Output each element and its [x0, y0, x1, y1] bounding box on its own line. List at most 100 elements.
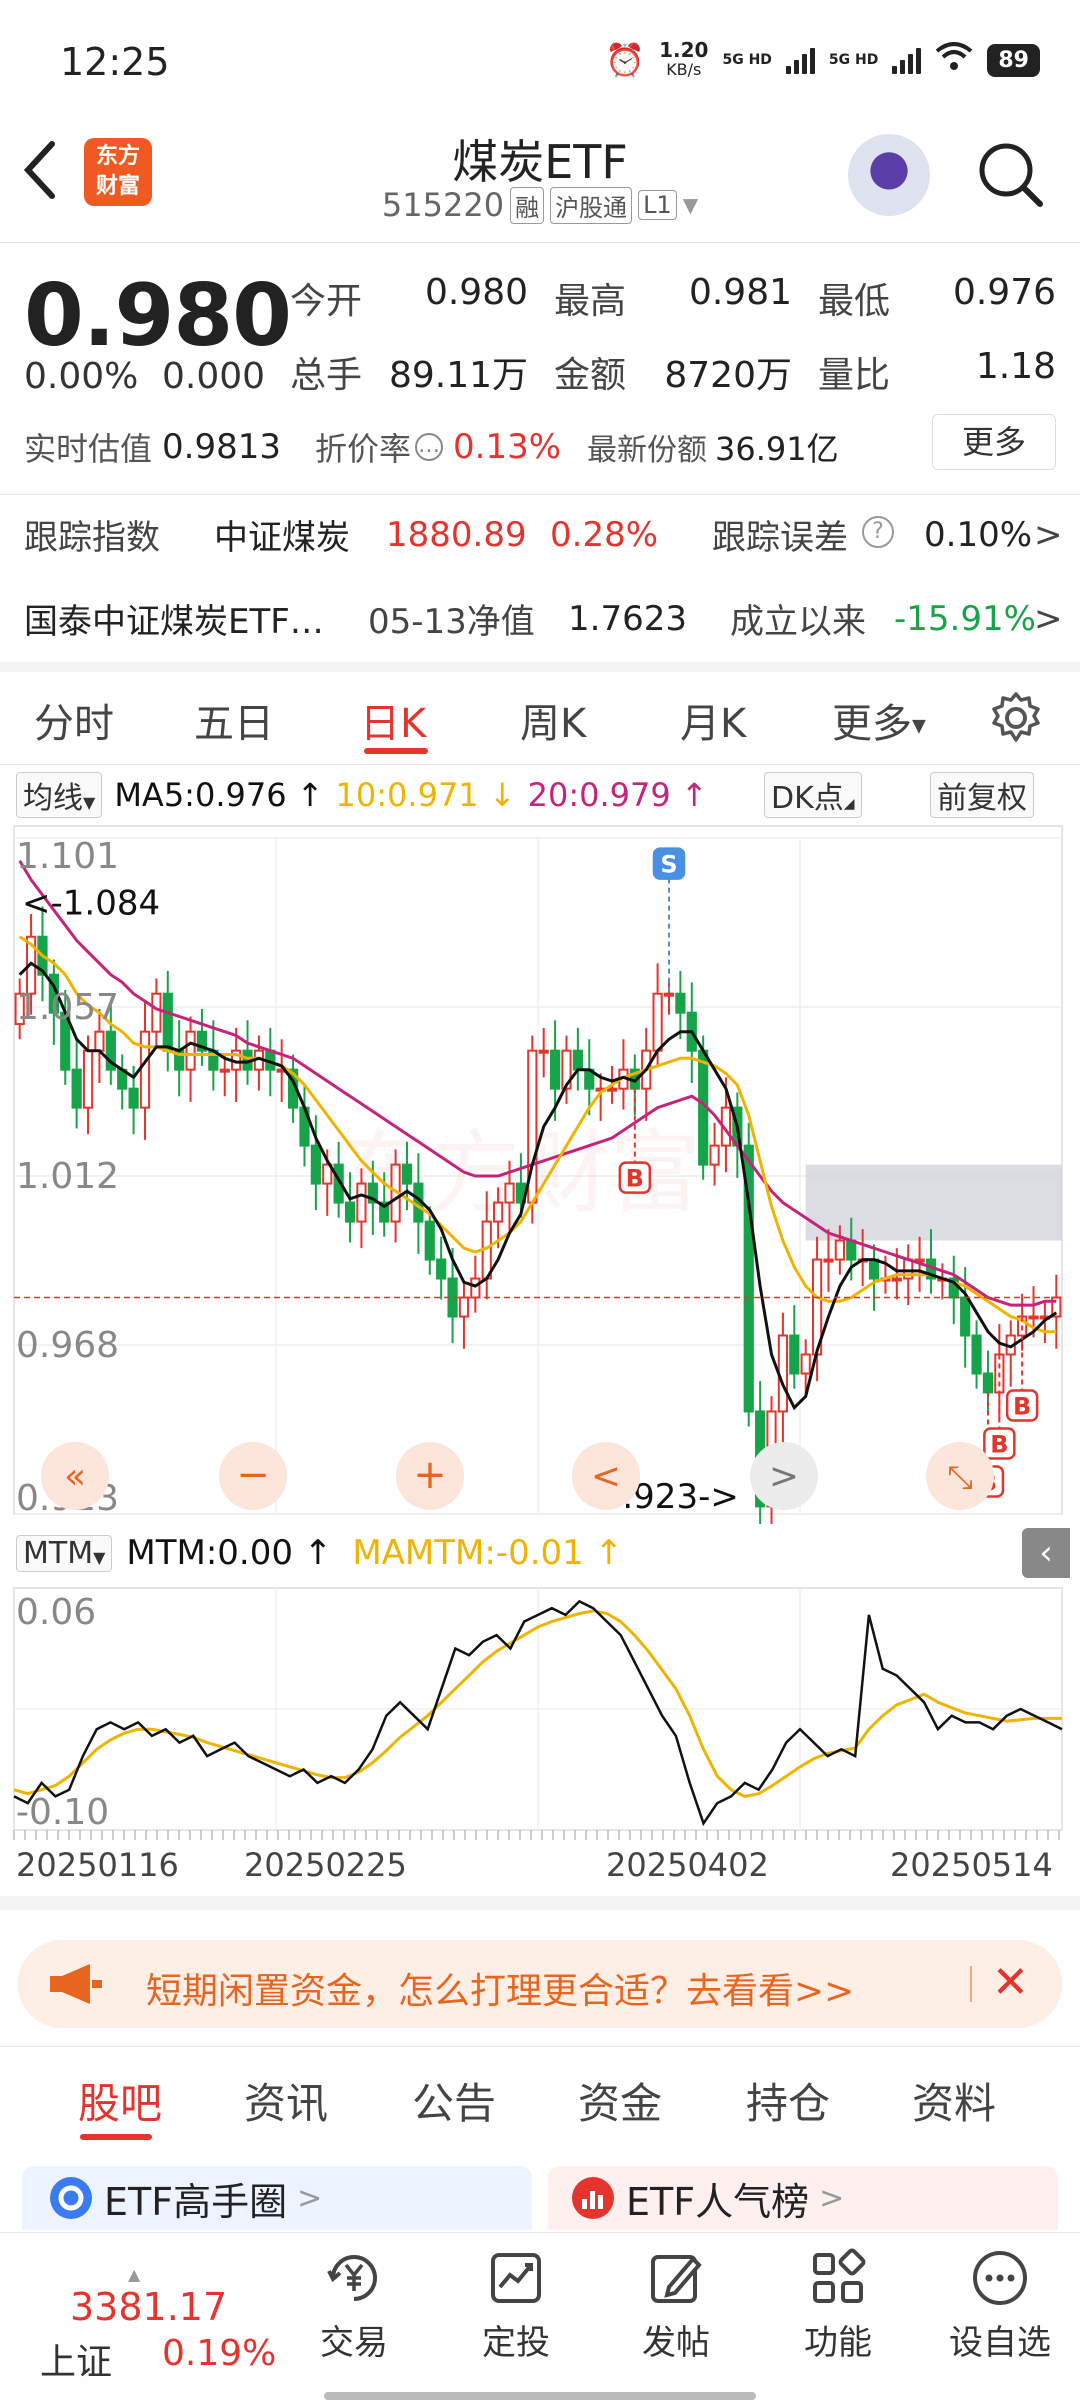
fund-info-row[interactable]: 国泰中证煤炭ETF… 05-13净值 1.7623 成立以来 -15.91% > — [24, 594, 1064, 643]
more-button[interactable]: 更多 — [932, 414, 1056, 470]
candle-body — [504, 1182, 515, 1204]
scroll-right-button[interactable]: > — [750, 1442, 818, 1510]
chevron-right-icon: > — [1034, 598, 1063, 639]
info-circle-icon[interactable]: … — [415, 433, 443, 461]
zoom-in-button[interactable]: + — [396, 1442, 464, 1510]
close-icon[interactable]: ✕ — [992, 1958, 1029, 2008]
nav-function[interactable]: 功能 — [778, 2247, 898, 2364]
estimate-value: 0.9813 — [162, 427, 281, 467]
tab-capital[interactable]: 资金 — [578, 2070, 662, 2131]
volume-ratio-value: 1.18 — [975, 346, 1056, 387]
y-axis-label: -0.10 — [16, 1792, 109, 1833]
section-gap — [0, 1896, 1080, 1910]
premium-value: 0.13% — [453, 427, 562, 467]
feature-cards: ETF高手圈 > ETF人气榜 > — [22, 2166, 1058, 2230]
tab-news[interactable]: 资讯 — [244, 2070, 328, 2131]
signal-label: B — [1013, 1393, 1031, 1421]
active-tab-indicator — [364, 748, 428, 754]
card-title: ETF人气榜 — [626, 2179, 810, 2224]
candle-body — [538, 1049, 549, 1054]
promo-banner[interactable]: 短期闲置资金，怎么打理更合适？去看看>> ✕ — [18, 1940, 1062, 2028]
tab-profile[interactable]: 资料 — [912, 2070, 996, 2131]
tab-forum[interactable]: 股吧 — [78, 2070, 162, 2131]
tracking-index-name[interactable]: 中证煤炭 — [214, 510, 350, 559]
tab-daily-k[interactable]: 日K — [360, 691, 426, 749]
dk-point-select[interactable]: DK点◢ — [764, 772, 862, 818]
nav-trade[interactable]: 交易 — [294, 2247, 414, 2364]
ma20-value: 20:0.979 ↑ — [527, 776, 708, 814]
promo-text[interactable]: 短期闲置资金，怎么打理更合适？去看看>> — [146, 1962, 854, 2014]
security-code: 515220 — [381, 186, 505, 224]
candle-body — [663, 992, 675, 997]
date-label: 20250514 — [890, 1846, 1053, 1884]
candle-body — [789, 1334, 800, 1375]
divider — [970, 1966, 972, 2002]
tab-announcements[interactable]: 公告 — [412, 2070, 496, 2131]
mtm-indicator-bar: MTM▼ MTM:0.00 ↑ MAMTM:-0.01 ↑ ‹ — [16, 1528, 1076, 1578]
dropdown-triangle-icon[interactable]: ▼ — [683, 193, 698, 217]
nav-plan[interactable]: 定投 — [456, 2247, 576, 2364]
home-indicator — [324, 2392, 756, 2400]
divider — [0, 764, 1080, 765]
date-label: 20250225 — [244, 1846, 407, 1884]
mtm-chart[interactable]: 0.06 -0.10 — [0, 1580, 1080, 1840]
candle-body — [94, 1030, 105, 1052]
max-price-annotation: <-1.084 — [22, 884, 160, 924]
candle-body — [834, 1239, 845, 1261]
collapse-panel-button[interactable]: ‹ — [1022, 1528, 1070, 1578]
change-percent: 0.00% — [24, 356, 139, 397]
tab-weekly-k[interactable]: 周K — [520, 691, 586, 749]
etf-expert-circle-card[interactable]: ETF高手圈 > — [22, 2166, 532, 2230]
resistance-zone — [805, 1164, 1062, 1241]
since-inception-value: -15.91% — [894, 598, 1036, 639]
nav-post[interactable]: 发帖 — [616, 2247, 736, 2364]
connect-tag: 沪股通 — [550, 186, 633, 224]
search-button[interactable] — [976, 140, 1046, 210]
ma10-value: 10:0.971 ↓ — [335, 776, 516, 814]
candle-body — [709, 1144, 720, 1166]
candle-body — [139, 1030, 151, 1109]
help-circle-icon[interactable]: ? — [862, 516, 894, 548]
tab-intraday[interactable]: 分时 — [34, 691, 114, 749]
indicator-select[interactable]: 均线▼ — [16, 772, 103, 818]
tab-holdings[interactable]: 持仓 — [746, 2070, 830, 2131]
etf-popularity-card[interactable]: ETF人气榜 > — [548, 2166, 1058, 2230]
sub-indicator-select[interactable]: MTM▼ — [16, 1534, 113, 1572]
tab-more[interactable]: 更多▼ — [832, 691, 926, 749]
current-price: 0.980 — [24, 266, 292, 366]
y-axis-label: 1.101 — [16, 836, 119, 877]
candle-body — [652, 992, 663, 1052]
battery-icon: 89 — [987, 43, 1040, 77]
high-value: 0.981 — [688, 272, 792, 313]
candle-body — [549, 1049, 561, 1090]
signal-label: B — [626, 1165, 644, 1193]
adjust-select[interactable]: 前复权 — [930, 772, 1034, 818]
nav-label: 05-13净值 — [368, 602, 535, 642]
assistant-robot-icon[interactable] — [848, 134, 930, 216]
tab-monthly-k[interactable]: 月K — [680, 691, 746, 749]
zoom-out-button[interactable]: − — [219, 1442, 287, 1510]
nav-watchlist[interactable]: 设自选 — [940, 2247, 1060, 2364]
candle-body — [846, 1239, 857, 1261]
divider — [0, 494, 1080, 495]
scroll-left-button[interactable]: < — [572, 1442, 640, 1510]
tab-more-label: 更多 — [832, 701, 912, 747]
tab-five-day[interactable]: 五日 — [194, 691, 274, 749]
fund-name[interactable]: 国泰中证煤炭ETF… — [24, 594, 324, 643]
content-tabs: 股吧 资讯 公告 资金 持仓 资料 — [0, 2070, 1080, 2150]
settings-gear-icon[interactable] — [988, 690, 1044, 756]
level-tag[interactable]: L1 — [638, 190, 677, 220]
candle-body — [401, 1163, 413, 1185]
nav-function-label: 功能 — [804, 2323, 872, 2363]
bottom-navigation: 3381.17 上证 0.19% ▲ 交易 定投 发帖 功能 设自选 — [0, 2232, 1080, 2408]
scroll-left-fast-button[interactable]: « — [41, 1442, 109, 1510]
candle-body — [971, 1334, 982, 1375]
change-amount: 0.000 — [162, 356, 266, 397]
market-index-ticker[interactable]: 3381.17 上证 0.19% ▲ — [0, 2245, 280, 2383]
fullscreen-button[interactable]: ⤡ — [926, 1442, 994, 1510]
ma5-value: MA5:0.976 ↑ — [114, 776, 324, 814]
status-time: 12:25 — [60, 40, 170, 84]
kline-chart[interactable]: 东方财富 1.1011.0571.0120.9680.923 <-1.084 0… — [0, 824, 1080, 1524]
tracking-index-row[interactable]: 跟踪指数 中证煤炭 1880.89 0.28% 跟踪误差 ? 0.10% > — [24, 510, 1064, 559]
sub-indicator-label: MTM — [23, 1535, 94, 1571]
